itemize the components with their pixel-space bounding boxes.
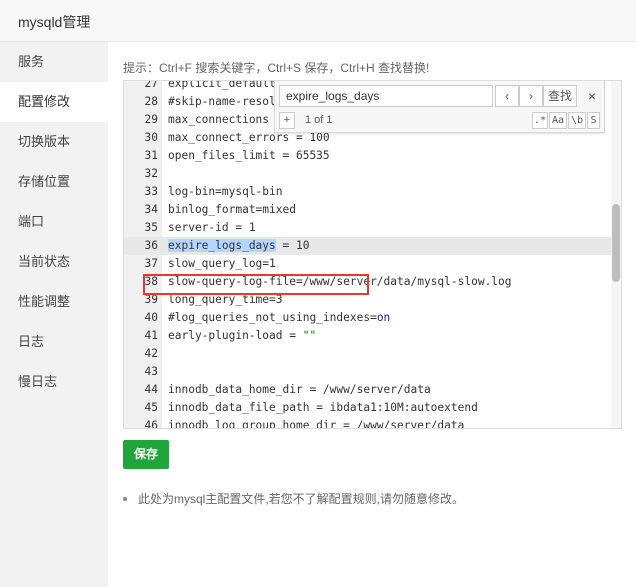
keyword-value: on — [376, 311, 391, 324]
line-text: #log_queries_not_using_indexes=on — [168, 309, 390, 327]
line-number: 45 — [144, 401, 158, 414]
code-line: 42 — [124, 345, 621, 363]
line-number: 34 — [144, 203, 158, 216]
line-rest: = 10 — [275, 239, 310, 252]
next-match-button[interactable]: › — [519, 85, 543, 107]
toggle-replace-button[interactable]: + — [279, 112, 295, 129]
find-button[interactable]: 查找 — [543, 85, 577, 107]
search-panel: ‹ › 查找 × + 1 of 1 .* Aa \b S — [274, 81, 605, 133]
line-text: slow_query_log=1 — [168, 257, 276, 270]
line-number: 36 — [144, 239, 158, 252]
code-line: 40 #log_queries_not_using_indexes=on — [124, 309, 621, 327]
line-text: slow-query-log-file=/www/server/data/mys… — [168, 275, 512, 288]
sidebar: 服务 配置修改 切换版本 存储位置 端口 当前状态 性能调整 日志 慢日志 — [0, 42, 108, 587]
line-text: innodb_data_home_dir = /www/server/data — [168, 383, 431, 396]
line-number: 32 — [144, 167, 158, 180]
line-number: 39 — [144, 293, 158, 306]
whole-word-toggle[interactable]: \b — [568, 112, 586, 129]
line-number: 27 — [144, 80, 158, 90]
code-line: 35 server-id = 1 — [124, 219, 621, 237]
line-text: open_files_limit = 65535 — [168, 149, 330, 162]
line-number: 35 — [144, 221, 158, 234]
case-sensitive-toggle[interactable]: Aa — [549, 112, 567, 129]
line-text: log-bin=mysql-bin — [168, 185, 283, 198]
sidebar-item-service[interactable]: 服务 — [0, 42, 108, 82]
line-text: server-id = 1 — [168, 221, 256, 234]
code-line: 41 early-plugin-load = "" — [124, 327, 621, 345]
string-value: "" — [302, 329, 317, 342]
match-counter: 1 of 1 — [305, 114, 333, 126]
line-number: 42 — [144, 347, 158, 360]
line-prefix: early-plugin-load = — [168, 329, 303, 342]
code-line: 34 binlog_format=mixed — [124, 201, 621, 219]
config-note: 此处为mysql主配置文件,若您不了解配置规则,请勿随意修改。 — [123, 490, 464, 507]
line-number: 41 — [144, 329, 158, 342]
code-line: 37 slow_query_log=1 — [124, 255, 621, 273]
line-text: explicit_default — [168, 80, 276, 90]
sidebar-item-slow-log[interactable]: 慢日志 — [0, 362, 108, 402]
code-line-active: 36 expire_logs_days = 10 — [124, 237, 621, 255]
close-icon[interactable]: × — [583, 86, 601, 106]
sidebar-item-status[interactable]: 当前状态 — [0, 242, 108, 282]
line-text: innodb_data_file_path = ibdata1:10M:auto… — [168, 401, 478, 414]
code-line: 32 — [124, 165, 621, 183]
bullet-icon — [123, 496, 127, 501]
sidebar-item-port[interactable]: 端口 — [0, 202, 108, 242]
search-input[interactable] — [279, 85, 493, 107]
line-text: max_connections — [168, 113, 270, 126]
line-number: 40 — [144, 311, 158, 324]
sidebar-item-storage[interactable]: 存储位置 — [0, 162, 108, 202]
shortcut-hint: 提示：Ctrl+F 搜索关键字，Ctrl+S 保存，Ctrl+H 查找替换! — [123, 61, 430, 75]
line-number: 28 — [144, 95, 158, 108]
note-text: 此处为mysql主配置文件,若您不了解配置规则,请勿随意修改。 — [138, 492, 465, 506]
line-number: 33 — [144, 185, 158, 198]
line-number: 30 — [144, 131, 158, 144]
window-titlebar: mysqld管理 — [0, 0, 636, 42]
line-text: early-plugin-load = "" — [168, 327, 316, 345]
code-line: 46 innodb_log_group_home_dir = /www/serve… — [124, 417, 621, 429]
sidebar-item-log[interactable]: 日志 — [0, 322, 108, 362]
main-panel: 提示：Ctrl+F 搜索关键字，Ctrl+S 保存，Ctrl+H 查找替换! 2… — [108, 42, 636, 587]
line-number: 29 — [144, 113, 158, 126]
scrollbar-thumb[interactable] — [612, 204, 620, 282]
line-text: binlog_format=mixed — [168, 203, 296, 216]
config-editor[interactable]: 27 explicit_default 28 #skip-name-resol 29… — [123, 80, 622, 429]
code-line: 44 innodb_data_home_dir = /www/server/dat… — [124, 381, 621, 399]
window-title: mysqld管理 — [18, 14, 91, 30]
line-number: 46 — [144, 419, 158, 429]
search-match: expire_logs_days — [168, 239, 276, 252]
line-number: 44 — [144, 383, 158, 396]
code-line: 31 open_files_limit = 65535 — [124, 147, 621, 165]
save-button[interactable]: 保存 — [123, 440, 169, 469]
code-line: 38 slow-query-log-file=/www/server/data/m… — [124, 273, 621, 291]
line-text: expire_logs_days = 10 — [168, 237, 309, 255]
line-prefix: #log_queries_not_using_indexes= — [168, 311, 377, 324]
search-selection-toggle[interactable]: S — [587, 112, 600, 129]
line-number: 38 — [144, 275, 158, 288]
sidebar-item-switch-version[interactable]: 切换版本 — [0, 122, 108, 162]
sidebar-item-config[interactable]: 配置修改 — [0, 82, 108, 122]
line-number: 37 — [144, 257, 158, 270]
line-text: long_query_time=3 — [168, 293, 283, 306]
code-line: 43 — [124, 363, 621, 381]
previous-match-button[interactable]: ‹ — [495, 85, 519, 107]
line-text: #skip-name-resol — [168, 95, 276, 108]
code-line: 33 log-bin=mysql-bin — [124, 183, 621, 201]
code-line: 39 long_query_time=3 — [124, 291, 621, 309]
sidebar-item-performance[interactable]: 性能调整 — [0, 282, 108, 322]
line-number: 31 — [144, 149, 158, 162]
code-line: 45 innodb_data_file_path = ibdata1:10M:au… — [124, 399, 621, 417]
editor-scrollbar[interactable] — [611, 81, 621, 428]
line-text: innodb_log_group_home_dir = /www/server/… — [168, 419, 465, 429]
line-number: 43 — [144, 365, 158, 378]
regex-toggle[interactable]: .* — [532, 112, 548, 129]
